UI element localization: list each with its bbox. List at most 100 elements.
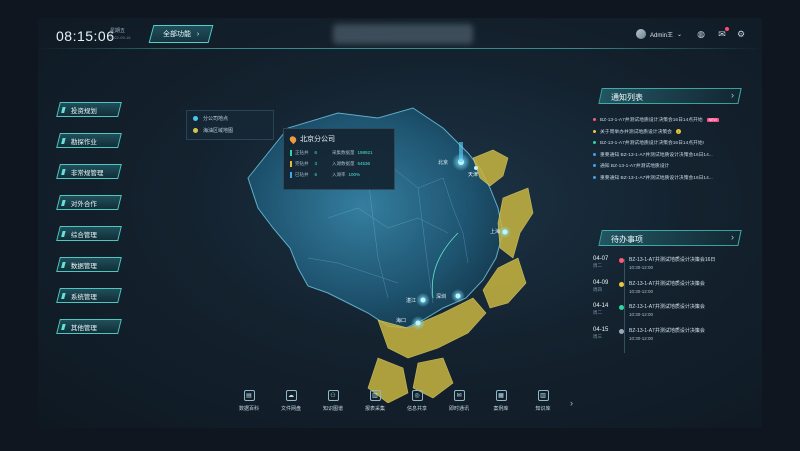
- tool-knowledge-graph[interactable]: ⚇ 知识图谱: [312, 390, 354, 412]
- todo-item[interactable]: 04-14 周二 BZ-13-1-A7井测试地质设计决策会 10:30-12:00: [593, 303, 753, 327]
- todo-item[interactable]: 04-09 周四 BZ-13-1-A7井测试地质设计决策会 10:30-12:00: [593, 280, 753, 304]
- todo-date: 04-14: [593, 303, 609, 309]
- city-label: 天津: [468, 171, 478, 178]
- nav-label: 数据管理: [71, 262, 97, 270]
- tool-instant-messaging[interactable]: ✉ 即时通讯: [438, 390, 480, 412]
- todo-weekday: 周二: [593, 263, 602, 268]
- stat-value: 3: [314, 161, 318, 166]
- nav-item-general[interactable]: 综合管理: [56, 226, 122, 241]
- branch-info-card: 北京分公司 正钻井 6 采集数据量 198921 完钻井 3 入湖数据量 64536 已…: [283, 128, 395, 190]
- notices-panel-header: 通知列表: [598, 88, 742, 104]
- location-pin-icon: [288, 134, 298, 144]
- all-functions-button[interactable]: 全部功能 ›: [148, 25, 214, 43]
- todo-list: 04-07 周二 BZ-13-1-A7井测试地质设计决策会16日 10:30-12:…: [593, 256, 753, 350]
- todo-time: 10:30-12:00: [629, 335, 654, 341]
- nav-item-other[interactable]: 其他管理: [56, 319, 122, 334]
- tool-file-drive[interactable]: ☁ 文件网盘: [270, 390, 312, 412]
- nav-item-investment-planning[interactable]: 投资规划: [56, 102, 122, 117]
- tool-data-encyclopedia[interactable]: ▤ 数据百科: [228, 390, 270, 412]
- todo-item[interactable]: 04-15 周三 BZ-13-1-A7井测试地质设计决策会 10:30-12:00: [593, 327, 753, 351]
- tool-knowledge-base[interactable]: ▥ 知识库: [522, 390, 564, 412]
- cloud-icon: ☁: [285, 390, 297, 401]
- tool-label: 案例库: [493, 406, 509, 412]
- timeline-dot: [619, 305, 624, 310]
- chevron-right-icon[interactable]: ›: [731, 232, 734, 242]
- stat-label: 正钻井: [295, 150, 309, 155]
- status-dot: [593, 129, 596, 133]
- user-menu[interactable]: Admin王 ⌄: [636, 29, 682, 39]
- chevron-right-icon[interactable]: ›: [570, 398, 573, 408]
- city-label: 湛江: [406, 297, 416, 304]
- todo-date: 04-07: [593, 256, 609, 262]
- notice-text: 重要通知 BZ-13-1-A7井测试地质设计决策会16日14...: [600, 152, 713, 158]
- timeline-dot: [619, 258, 624, 263]
- nav-item-cooperation[interactable]: 对外合作: [56, 195, 122, 210]
- tool-case-library[interactable]: ▦ 案例库: [480, 390, 522, 412]
- tool-report-collection[interactable]: ▥ 报表采集: [354, 390, 396, 412]
- nav-label: 综合管理: [71, 231, 97, 239]
- chevron-right-icon: ›: [196, 30, 200, 38]
- tool-info-sharing[interactable]: ◎ 信息共享: [396, 390, 438, 412]
- todo-text: BZ-13-1-A7井测试地质设计决策会: [629, 280, 705, 287]
- notice-text: 重要通知 BZ-13-1-A7井测试地质设计决策会16日14...: [600, 175, 713, 181]
- list-item[interactable]: 关于周举办井测试地质设计决策会 !: [593, 126, 753, 138]
- globe-icon[interactable]: ◍: [696, 29, 706, 39]
- case-icon: ▦: [495, 390, 507, 401]
- todo-text: BZ-13-1-A7井测试地质设计决策会: [629, 327, 705, 334]
- todo-weekday: 周三: [593, 333, 602, 339]
- notification-badge: [725, 27, 729, 31]
- clock: 08:15:06: [56, 28, 115, 44]
- legend-label: 分公司地点: [203, 116, 229, 122]
- header-divider: [38, 48, 762, 49]
- city-label: 深圳: [436, 293, 446, 300]
- chevron-right-icon[interactable]: ›: [731, 90, 734, 100]
- user-name: Admin王: [650, 32, 674, 39]
- gear-icon[interactable]: ⚙: [736, 29, 746, 39]
- nav-item-exploration[interactable]: 勘探作业: [56, 133, 122, 148]
- nav-item-system[interactable]: 系统管理: [56, 288, 122, 303]
- stat-label: 入湖数据量: [332, 161, 355, 166]
- legend-dot: [193, 128, 198, 133]
- library-icon: ▥: [537, 390, 549, 401]
- legend-item[interactable]: 分公司地点: [193, 115, 267, 122]
- todo-text: BZ-13-1-A7井测试地质设计决策会16日: [629, 257, 716, 263]
- nav-item-unconventional[interactable]: 非常规管理: [56, 164, 122, 179]
- list-item[interactable]: 重要通知 BZ-13-1-A7井测试地质设计决策会16日14...: [593, 172, 753, 184]
- list-item[interactable]: BZ-13-1-A7井测试地质设计决策会16日14点开始!: [593, 137, 753, 149]
- notice-list: BZ-13-1-A7井测试地质设计决策会16日14点开始 NEW 关于周举办井测…: [593, 114, 753, 183]
- tool-label: 知识图谱: [322, 406, 343, 412]
- card-row: 已钻井 6 入湖率 100%: [290, 172, 388, 178]
- notice-text: BZ-13-1-A7井测试地质设计决策会16日14点开始!: [600, 141, 704, 147]
- list-item[interactable]: 通知 BZ-13-1-A7井测试地质设计: [593, 160, 753, 172]
- new-badge: NEW: [706, 117, 719, 122]
- stat-value: 64536: [357, 161, 371, 166]
- todo-time: 10:30-12:00: [629, 312, 654, 317]
- tool-label: 即时通讯: [448, 406, 469, 412]
- bottom-toolbar: ▤ 数据百科 ☁ 文件网盘 ⚇ 知识图谱 ▥ 报表采集 ◎ 信息共享 ✉ 即时通讯 ▦ 案例库…: [228, 390, 564, 412]
- card-title: 北京分公司: [300, 136, 335, 143]
- stat-label: 已钻井: [295, 172, 309, 177]
- todo-item[interactable]: 04-07 周二 BZ-13-1-A7井测试地质设计决策会16日 10:30-12:…: [593, 256, 753, 280]
- list-item[interactable]: 重要通知 BZ-13-1-A7井测试地质设计决策会16日14...: [593, 149, 753, 161]
- nav-label: 非常规管理: [71, 169, 104, 177]
- list-item[interactable]: BZ-13-1-A7井测试地质设计决策会16日14点开始 NEW: [593, 114, 753, 126]
- weekday: 星期五: [110, 28, 126, 34]
- legend-item[interactable]: 海油区域地图: [193, 127, 267, 134]
- stat-value: 6: [314, 172, 318, 177]
- nav-label: 投资规划: [71, 107, 97, 115]
- status-dot: [593, 164, 596, 168]
- city-label: 海口: [396, 317, 406, 324]
- all-functions-label: 全部功能: [162, 31, 191, 38]
- todo-time: 10:30-12:00: [629, 288, 654, 294]
- notice-text: BZ-13-1-A7井测试地质设计决策会16日14点开始: [600, 118, 703, 124]
- book-icon: ▤: [243, 390, 255, 401]
- card-row: 正钻井 6 采集数据量 198921: [290, 150, 388, 156]
- todo-weekday: 周四: [593, 286, 602, 292]
- mail-icon[interactable]: ✉: [717, 27, 729, 39]
- todo-time: 10:30-12:00: [629, 265, 654, 270]
- todo-date: 04-09: [593, 279, 609, 286]
- dashboard-frame: 08:15:06 星期五 2022-09-16 全部功能 › Admin王 ⌄ …: [38, 18, 762, 428]
- blurred-title: [333, 24, 473, 44]
- nav-item-data[interactable]: 数据管理: [56, 257, 122, 272]
- todo-text: BZ-13-1-A7井测试地质设计决策会: [629, 304, 705, 310]
